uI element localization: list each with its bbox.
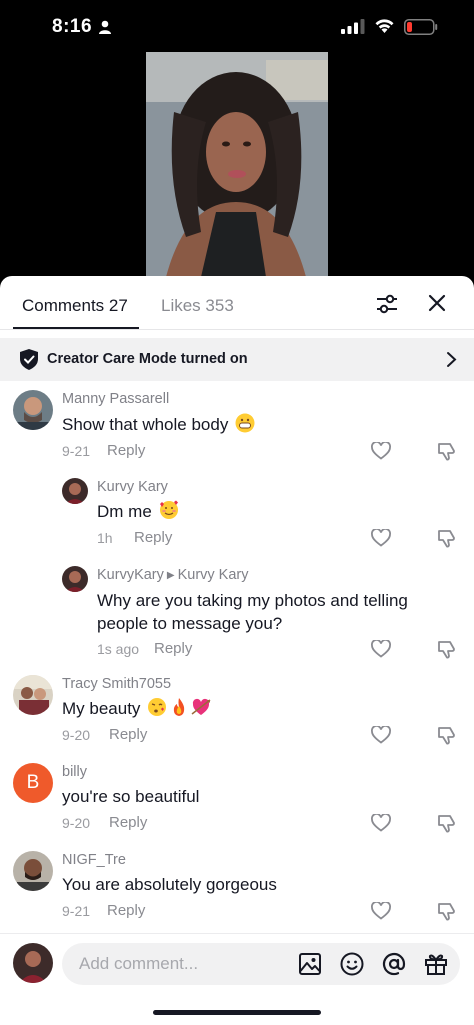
- filter-icon[interactable]: [375, 292, 399, 316]
- heart-icon[interactable]: [371, 640, 391, 658]
- dislike-icon[interactable]: [437, 813, 457, 833]
- dislike-icon[interactable]: [437, 441, 457, 461]
- comment-username[interactable]: NIGF_Tre: [62, 852, 126, 868]
- comments-sheet: Comments 27 Likes 353 Creator Care Mode …: [0, 276, 474, 1025]
- status-bar: 8:16: [0, 0, 474, 52]
- reply-target[interactable]: Kurvy Kary: [178, 567, 249, 583]
- dislike-icon[interactable]: [437, 528, 457, 548]
- creator-care-banner[interactable]: Creator Care Mode turned on: [0, 338, 474, 381]
- person-icon: [99, 20, 111, 34]
- avatar-letter: B: [26, 772, 40, 793]
- comment-text: Dm me: [97, 500, 179, 523]
- signal-icon: [341, 19, 365, 34]
- comment-input[interactable]: Add comment...: [62, 943, 460, 985]
- comment-text: You are absolutely gorgeous: [62, 875, 277, 894]
- comment-text: Show that whole body: [62, 413, 255, 436]
- reply-button[interactable]: Reply: [107, 902, 145, 919]
- tab-bar: Comments 27 Likes 353: [0, 276, 474, 330]
- video-thumbnail[interactable]: [146, 52, 328, 277]
- smiling-hearts-emoji-icon: [159, 500, 178, 519]
- chevron-right-icon: [447, 352, 457, 367]
- battery-icon: [404, 19, 438, 35]
- fire-emoji-icon: [174, 698, 185, 716]
- reply-author[interactable]: KurvyKary: [97, 567, 164, 583]
- reply-button[interactable]: Reply: [109, 726, 147, 743]
- avatar[interactable]: B: [13, 763, 53, 803]
- tab-likes[interactable]: Likes 353: [161, 296, 234, 316]
- comment-text-content: Dm me: [97, 502, 152, 521]
- comment-item: Manny Passarell Show that whole body 9-2…: [0, 388, 474, 468]
- heart-icon[interactable]: [371, 814, 391, 832]
- avatar[interactable]: [13, 675, 53, 715]
- comment-time: 9-21: [62, 903, 91, 919]
- reply-button[interactable]: Reply: [109, 814, 147, 831]
- comment-text: Why are you taking my photos and telling…: [97, 591, 408, 633]
- comment-username[interactable]: Manny Passarell: [62, 391, 169, 407]
- heart-icon[interactable]: [371, 529, 391, 547]
- heart-icon[interactable]: [371, 442, 391, 460]
- reply-button[interactable]: Reply: [154, 640, 192, 657]
- comment-time: 9-20: [62, 727, 91, 743]
- comment-username[interactable]: billy: [62, 764, 87, 780]
- wifi-icon: [375, 19, 394, 33]
- dislike-icon[interactable]: [437, 901, 457, 921]
- grin-emoji-icon: [235, 413, 255, 433]
- shield-icon: [20, 349, 38, 370]
- my-avatar[interactable]: [13, 943, 53, 983]
- tab-comments[interactable]: Comments 27: [22, 296, 128, 316]
- comment-username[interactable]: Kurvy Kary: [97, 479, 168, 495]
- home-indicator: [153, 1010, 321, 1015]
- status-time: 8:16: [52, 16, 93, 37]
- comment-time: 9-20: [62, 815, 91, 831]
- reply-button[interactable]: Reply: [134, 529, 172, 546]
- dislike-icon[interactable]: [437, 639, 457, 659]
- tab-underline: [13, 327, 139, 329]
- avatar[interactable]: [13, 390, 53, 430]
- comment-reply-item: Kurvy Kary Dm me 1h Reply: [0, 476, 474, 556]
- comment-time: 1h: [97, 530, 113, 546]
- avatar[interactable]: [13, 851, 53, 891]
- creator-care-label: Creator Care Mode turned on: [47, 351, 248, 367]
- heart-icon[interactable]: [371, 726, 391, 744]
- comment-input-placeholder: Add comment...: [79, 954, 199, 973]
- comment-reply-item: KurvyKary ▶ Kurvy Kary Why are you taking …: [0, 564, 474, 668]
- comment-composer: Add comment...: [0, 933, 474, 1025]
- comment-item: NIGF_Tre You are absolutely gorgeous 9-2…: [0, 849, 474, 929]
- comment-item: Tracy Smith7055 My beauty 9-20 Reply: [0, 673, 474, 753]
- comment-text-content: My beauty: [62, 699, 141, 718]
- comment-text-content: Show that whole body: [62, 415, 229, 434]
- heart-arrow-emoji-icon: [191, 698, 211, 715]
- comment-text: My beauty: [62, 697, 211, 720]
- emoji-icon[interactable]: [340, 952, 364, 976]
- comment-item: B billy you're so beautiful 9-20 Reply: [0, 761, 474, 841]
- avatar[interactable]: [62, 478, 88, 504]
- comment-time: 9-21: [62, 443, 91, 459]
- reply-button[interactable]: Reply: [107, 442, 145, 459]
- avatar[interactable]: [62, 566, 88, 592]
- kiss-emoji-icon: [148, 698, 167, 716]
- comment-username: KurvyKary ▶ Kurvy Kary: [97, 567, 249, 583]
- gift-icon[interactable]: [424, 952, 448, 976]
- dislike-icon[interactable]: [437, 725, 457, 745]
- image-icon[interactable]: [298, 952, 322, 976]
- close-icon[interactable]: [426, 292, 448, 314]
- reply-arrow-icon: ▶: [166, 570, 175, 581]
- comment-username[interactable]: Tracy Smith7055: [62, 676, 171, 692]
- heart-icon[interactable]: [371, 902, 391, 920]
- mention-icon[interactable]: [382, 952, 406, 976]
- comment-time: 1s ago: [97, 641, 140, 657]
- comment-text: you're so beautiful: [62, 787, 200, 806]
